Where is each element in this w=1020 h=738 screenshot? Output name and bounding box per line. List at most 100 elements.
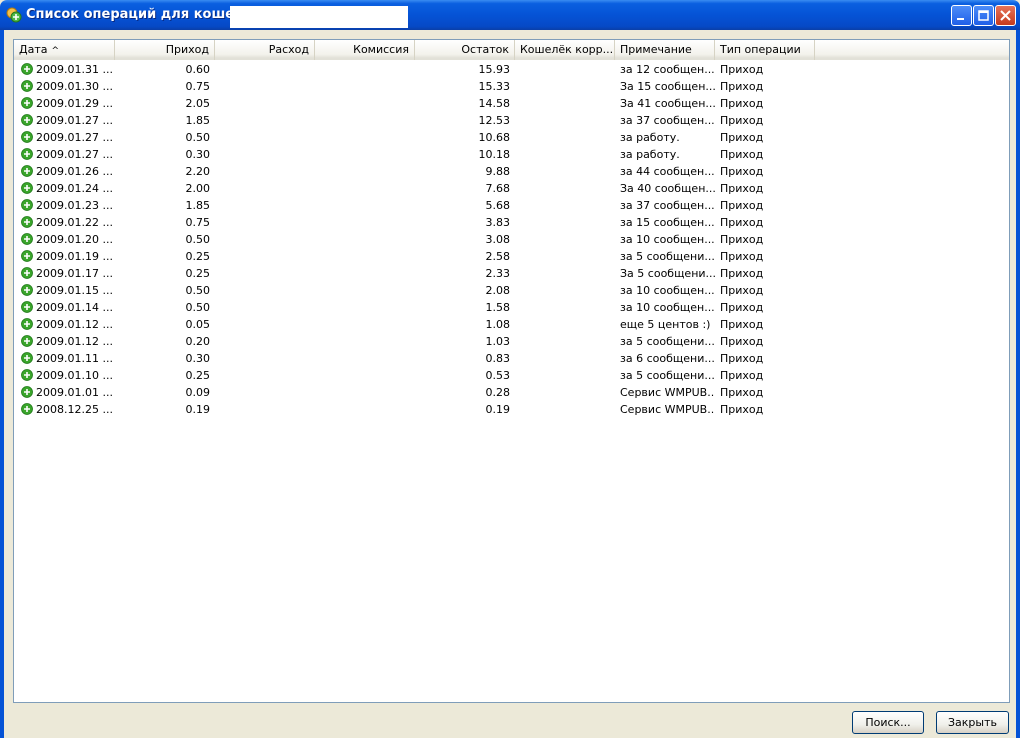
cell-operation-type: Приход (720, 318, 764, 331)
cell-date: 2009.01.17 ... (36, 267, 113, 280)
table-row[interactable]: 2009.01.17 ... 0.25 2.33 За 5 сообщени... Пр… (14, 265, 1009, 282)
cell-income: 0.75 (185, 216, 211, 229)
cell-note: За 15 сообщен... (620, 80, 715, 93)
cell-expense (215, 146, 315, 163)
cell-operation-type: Приход (720, 403, 764, 416)
column-header-counterparty-wallet[interactable]: Кошелёк корр... (515, 40, 615, 60)
cell-note: за 37 сообщен... (620, 199, 715, 212)
table-row[interactable]: 2009.01.27 ... 1.85 12.53 за 37 сообщен... П… (14, 112, 1009, 129)
cell-date: 2009.01.27 ... (36, 114, 113, 127)
cell-balance: 1.03 (485, 335, 511, 348)
cell-balance: 5.68 (485, 199, 511, 212)
cell-balance: 1.08 (485, 318, 511, 331)
cell-expense (215, 129, 315, 146)
cell-operation-type: Приход (720, 335, 764, 348)
cell-income: 2.05 (185, 97, 211, 110)
cell-expense (215, 350, 315, 367)
cell-expense (215, 248, 315, 265)
table-row[interactable]: 2009.01.10 ... 0.25 0.53 за 5 сообщени... Пр… (14, 367, 1009, 384)
maximize-button[interactable] (973, 5, 994, 26)
column-header-date[interactable]: Дата ^ (14, 40, 115, 60)
title-bar[interactable]: Список операций для кошелька (0, 0, 1020, 30)
table-row[interactable]: 2009.01.15 ... 0.50 2.08 за 10 сообщен... Пр… (14, 282, 1009, 299)
cell-income: 0.30 (185, 352, 211, 365)
cell-income: 0.25 (185, 267, 211, 280)
cell-income: 0.50 (185, 284, 211, 297)
cell-operation-type: Приход (720, 301, 764, 314)
cell-income: 0.50 (185, 301, 211, 314)
cell-commission (315, 401, 415, 418)
column-header-commission[interactable]: Комиссия (315, 40, 415, 60)
column-header-date-label: Дата (19, 43, 48, 56)
cell-expense (215, 78, 315, 95)
cell-date: 2008.12.25 ... (36, 403, 113, 416)
cell-counterparty-wallet (515, 61, 615, 78)
cell-commission (315, 78, 415, 95)
cell-balance: 2.08 (485, 284, 511, 297)
cell-note: За 41 сообщен... (620, 97, 715, 110)
cell-commission (315, 61, 415, 78)
table-row[interactable]: 2009.01.11 ... 0.30 0.83 за 6 сообщени... Пр… (14, 350, 1009, 367)
table-row[interactable]: 2009.01.01 ... 0.09 0.28 Сервис WMPUB... При… (14, 384, 1009, 401)
table-row[interactable]: 2009.01.12 ... 0.05 1.08 еще 5 центов :) При… (14, 316, 1009, 333)
cell-date: 2009.01.19 ... (36, 250, 113, 263)
table-row[interactable]: 2009.01.22 ... 0.75 3.83 за 15 сообщен... Пр… (14, 214, 1009, 231)
table-row[interactable]: 2009.01.19 ... 0.25 2.58 за 5 сообщени... Пр… (14, 248, 1009, 265)
cell-counterparty-wallet (515, 163, 615, 180)
cell-commission (315, 231, 415, 248)
cell-operation-type: Приход (720, 148, 764, 161)
cell-date: 2009.01.12 ... (36, 318, 113, 331)
cell-income: 0.60 (185, 63, 211, 76)
cell-counterparty-wallet (515, 350, 615, 367)
cell-note: Сервис WMPUB... (620, 403, 715, 416)
table-row[interactable]: 2009.01.27 ... 0.30 10.18 за работу. Приход (14, 146, 1009, 163)
search-button[interactable]: Поиск... (852, 711, 924, 734)
table-row[interactable]: 2009.01.23 ... 1.85 5.68 за 37 сообщен... Пр… (14, 197, 1009, 214)
cell-balance: 3.08 (485, 233, 511, 246)
cell-date: 2009.01.24 ... (36, 182, 113, 195)
table-row[interactable]: 2009.01.26 ... 2.20 9.88 за 44 сообщен... Пр… (14, 163, 1009, 180)
cell-expense (215, 214, 315, 231)
table-row[interactable]: 2009.01.27 ... 0.50 10.68 за работу. Приход (14, 129, 1009, 146)
cell-date: 2009.01.01 ... (36, 386, 113, 399)
operations-list[interactable]: Дата ^ Приход Расход Комиссия Остаток Кош… (13, 39, 1010, 703)
cell-counterparty-wallet (515, 316, 615, 333)
column-header-income[interactable]: Приход (115, 40, 215, 60)
cell-operation-type: Приход (720, 233, 764, 246)
table-row[interactable]: 2009.01.30 ... 0.75 15.33 За 15 сообщен... П… (14, 78, 1009, 95)
column-header-note[interactable]: Примечание (615, 40, 715, 60)
minimize-button[interactable] (951, 5, 972, 26)
table-row[interactable]: 2009.01.12 ... 0.20 1.03 за 5 сообщени... Пр… (14, 333, 1009, 350)
cell-expense (215, 197, 315, 214)
table-row[interactable]: 2009.01.24 ... 2.00 7.68 За 40 сообщен... Пр… (14, 180, 1009, 197)
cell-operation-type: Приход (720, 80, 764, 93)
cell-expense (215, 316, 315, 333)
cell-expense (215, 384, 315, 401)
cell-income: 0.30 (185, 148, 211, 161)
window-frame-right (1016, 30, 1020, 738)
cell-operation-type: Приход (720, 216, 764, 229)
cell-income: 1.85 (185, 199, 211, 212)
cell-counterparty-wallet (515, 95, 615, 112)
table-row[interactable]: 2009.01.29 ... 2.05 14.58 За 41 сообщен... П… (14, 95, 1009, 112)
table-row[interactable]: 2009.01.14 ... 0.50 1.58 за 10 сообщен... Пр… (14, 299, 1009, 316)
cell-counterparty-wallet (515, 265, 615, 282)
cell-counterparty-wallet (515, 367, 615, 384)
table-row[interactable]: 2008.12.25 ... 0.19 0.19 Сервис WMPUB... При… (14, 401, 1009, 418)
column-header-expense[interactable]: Расход (215, 40, 315, 60)
cell-counterparty-wallet (515, 214, 615, 231)
cell-note: за 37 сообщен... (620, 114, 715, 127)
cell-balance: 1.58 (485, 301, 511, 314)
cell-expense (215, 163, 315, 180)
cell-income: 0.25 (185, 250, 211, 263)
close-window-button[interactable] (995, 5, 1016, 26)
column-header-balance[interactable]: Остаток (415, 40, 515, 60)
close-button[interactable]: Закрыть (936, 711, 1009, 734)
cell-income: 0.50 (185, 233, 211, 246)
cell-note: За 5 сообщени... (620, 267, 715, 280)
table-row[interactable]: 2009.01.20 ... 0.50 3.08 за 10 сообщен... Пр… (14, 231, 1009, 248)
cell-expense (215, 180, 315, 197)
column-header-operation-type[interactable]: Тип операции (715, 40, 815, 60)
table-row[interactable]: 2009.01.31 ... 0.60 15.93 за 12 сообщен... П… (14, 61, 1009, 78)
sort-ascending-icon: ^ (51, 46, 60, 56)
